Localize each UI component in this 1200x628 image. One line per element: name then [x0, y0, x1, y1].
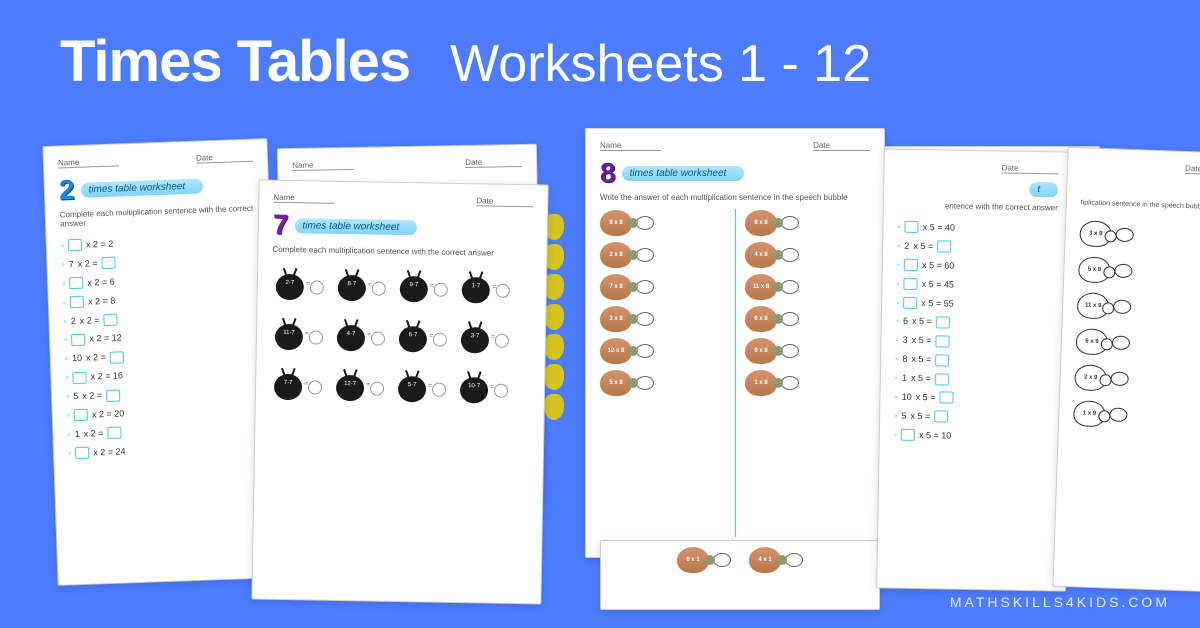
equation-list: ◦x 2 = 2◦7x 2 =◦x 2 = 6◦x 2 = 8◦2x 2 =◦x…	[61, 230, 264, 463]
title-light: Worksheets 1 - 12	[450, 34, 871, 94]
turtle-grid-bw: 3 x 95 x 911 x 96 x 92 x 91 x 9	[1073, 214, 1200, 431]
worksheet-8: NameDate 8times table worksheet Write th…	[585, 128, 885, 558]
ladybug-grid: 2·7=8·7=9·7=1·7=11·7=4·7=6·7=3·7=7·7=12·…	[270, 262, 533, 417]
sheet-number: 2	[58, 176, 75, 205]
worksheet-2: NameDate 2times table worksheet Complete…	[42, 138, 282, 586]
watermark: MATHSKILLS4KIDS.COM	[950, 594, 1170, 610]
date-field: Date	[196, 152, 253, 164]
bg-sheet-bottom: 6 x 1 4 x 1	[600, 540, 880, 610]
sheet-number: 7	[273, 211, 289, 239]
page-header: Times Tables Worksheets 1 - 12	[0, 0, 1200, 95]
title-bold: Times Tables	[60, 28, 410, 95]
name-field: Name	[58, 156, 120, 168]
equation-list: ◦x 5 = 40◦2x 5 =◦x 5 = 60◦x 5 = 45◦x 5 =…	[894, 218, 1058, 447]
sheet-number: 8	[600, 159, 616, 187]
worksheet-5: Date t entence with the correct answer ◦…	[876, 148, 1074, 591]
worksheet-9-bw: Date t tiplication sentence in the speec…	[1052, 147, 1200, 593]
worksheets-canvas: NameDate NameDate NameDate 2times table …	[0, 120, 1200, 628]
worksheet-7: NameDate 7times table worksheet Complete…	[251, 180, 548, 605]
